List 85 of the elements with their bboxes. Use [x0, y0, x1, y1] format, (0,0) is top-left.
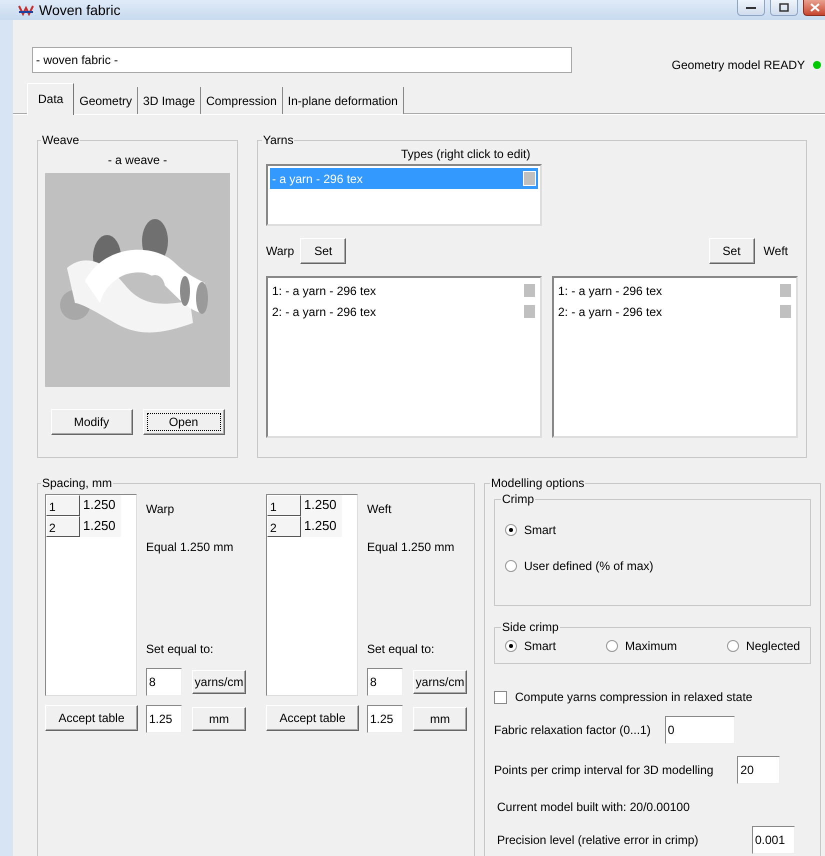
- accept-table-button[interactable]: Accept table: [266, 705, 359, 731]
- row-index: 2: [46, 516, 80, 537]
- weave-button[interactable]: Modify: [50, 409, 132, 435]
- yarn-item[interactable]: 2: - a yarn - 296 tex: [270, 301, 538, 322]
- group-title: Crimp: [501, 492, 535, 506]
- close-button[interactable]: [803, 0, 825, 16]
- row-index: 2: [267, 516, 301, 537]
- maximize-button[interactable]: [770, 0, 798, 16]
- group-title: Yarns: [262, 133, 294, 147]
- yarn-label: 1: - a yarn - 296 tex: [272, 284, 376, 298]
- yarn-item[interactable]: 1: - a yarn - 296 tex: [270, 280, 538, 301]
- radio-button[interactable]: [505, 560, 517, 572]
- set-button[interactable]: Set: [708, 238, 755, 264]
- radio-label: User defined (% of max): [524, 559, 654, 573]
- tab[interactable]: Data: [27, 83, 74, 115]
- table-cell[interactable]: 1.250: [80, 495, 121, 516]
- tab[interactable]: In-plane deformation: [282, 87, 404, 114]
- field-label: Points per crimp interval for 3D modelling: [494, 763, 714, 777]
- radio-button[interactable]: [727, 640, 740, 652]
- field-label: Precision level (relative error in crimp): [497, 833, 700, 847]
- yarn-label: 2: - a yarn - 296 tex: [558, 304, 662, 318]
- radio-label: Smart: [524, 523, 556, 537]
- unit-button[interactable]: mm: [192, 707, 246, 731]
- warp-label: Warp: [266, 244, 294, 258]
- points-field[interactable]: 20: [737, 756, 780, 784]
- set-equal-label: Set equal to:: [146, 642, 214, 656]
- maximize-icon: [779, 3, 789, 12]
- side-label: Warp: [146, 502, 176, 516]
- tab[interactable]: 3D Image: [138, 87, 202, 114]
- set-equal-label: Set equal to:: [367, 642, 436, 656]
- spacing-table[interactable]: 1 1.250 2 1.250: [266, 494, 358, 696]
- density-field[interactable]: 8: [367, 668, 403, 696]
- yarn-label: - a yarn - 296 tex: [272, 172, 363, 186]
- group-title: Spacing, mm: [41, 476, 114, 490]
- checkbox-label: Compute yarns compression in relaxed state: [515, 690, 752, 704]
- tab[interactable]: Compression: [201, 87, 283, 114]
- current-model-text: Current model built with: 20/0.00100: [496, 800, 691, 814]
- row-index: 1: [267, 495, 301, 516]
- group-title: Weave: [41, 133, 80, 147]
- group-title: Side crimp: [501, 620, 560, 634]
- spacing-field[interactable]: 1.25: [367, 705, 403, 733]
- yarn-list[interactable]: 1: - a yarn - 296 tex 2: - a yarn - 296 tex: [552, 276, 798, 438]
- group-title: Modelling options: [490, 476, 586, 490]
- radio-label: Smart: [524, 639, 556, 653]
- tab[interactable]: Geometry: [74, 87, 138, 114]
- status-text: Geometry model READY: [672, 58, 805, 72]
- yarn-label: 2: - a yarn - 296 tex: [272, 304, 376, 318]
- unit-button[interactable]: yarns/cm: [413, 670, 467, 694]
- radio-label: Neglected: [746, 639, 800, 653]
- weave-button[interactable]: Open: [142, 409, 224, 435]
- minimize-icon: [746, 6, 756, 10]
- side-label: Weft: [367, 502, 392, 516]
- accept-table-button[interactable]: Accept table: [45, 705, 138, 731]
- checkbox[interactable]: [494, 690, 507, 704]
- yarn-label: 1: - a yarn - 296 tex: [558, 284, 662, 298]
- types-label: Types (right click to edit): [401, 147, 532, 161]
- app-icon: [18, 4, 34, 16]
- spacing-table[interactable]: 1 1.250 2 1.250: [45, 494, 137, 696]
- yarn-list[interactable]: 1: - a yarn - 296 tex 2: - a yarn - 296 tex: [266, 276, 542, 438]
- name-field[interactable]: - woven fabric -: [32, 47, 572, 73]
- unit-button[interactable]: mm: [413, 707, 467, 731]
- minimize-button[interactable]: [737, 0, 765, 16]
- field-label: Fabric relaxation factor (0...1): [494, 723, 651, 737]
- equal-text: Equal 1.250 mm: [367, 540, 456, 554]
- density-field[interactable]: 8: [146, 668, 182, 696]
- set-button[interactable]: Set: [300, 238, 346, 264]
- table-cell[interactable]: 1.250: [80, 516, 121, 537]
- radio-button[interactable]: [505, 524, 517, 536]
- row-index: 1: [46, 495, 80, 516]
- precision-field[interactable]: 0.001: [752, 826, 795, 854]
- relaxation-field[interactable]: 0: [664, 716, 735, 744]
- equal-text: Equal 1.250 mm: [146, 540, 234, 554]
- weave-name: - a weave -: [106, 153, 168, 167]
- yarn-item[interactable]: 1: - a yarn - 296 tex: [556, 280, 794, 301]
- table-cell[interactable]: 1.250: [301, 516, 342, 537]
- spacing-field[interactable]: 1.25: [146, 705, 182, 733]
- unit-button[interactable]: yarns/cm: [192, 670, 246, 694]
- close-icon: [810, 3, 820, 12]
- yarn-item[interactable]: 2: - a yarn - 296 tex: [556, 301, 794, 322]
- radio-label: Maximum: [625, 639, 678, 653]
- table-cell[interactable]: 1.250: [301, 495, 342, 516]
- weft-label: Weft: [764, 244, 788, 258]
- radio-button[interactable]: [505, 640, 517, 652]
- window-title: Woven fabric: [39, 2, 120, 18]
- radio-button[interactable]: [606, 640, 618, 652]
